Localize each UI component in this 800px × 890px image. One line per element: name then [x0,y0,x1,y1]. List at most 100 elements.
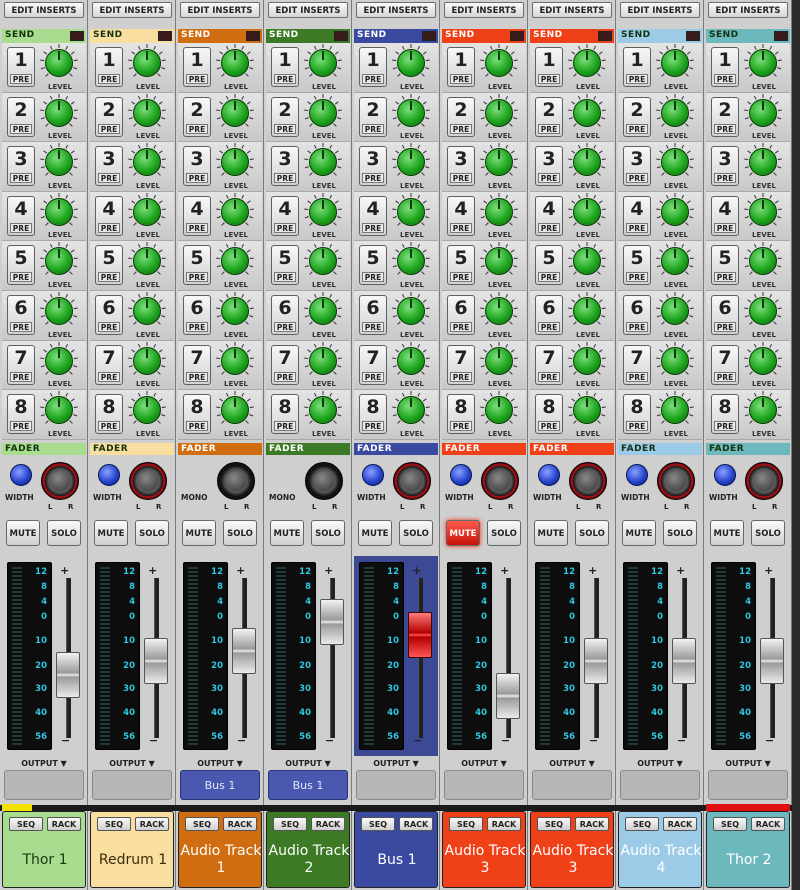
send-level-knob[interactable] [573,148,601,177]
pre-button[interactable]: PRE [10,272,32,283]
fader-handle[interactable] [144,638,168,685]
output-selector[interactable] [532,770,612,800]
edit-inserts-button[interactable]: EDIT INSERTS [92,2,172,18]
send-level-knob[interactable] [661,148,689,177]
send-enable-button[interactable]: 6 PRE [623,294,651,335]
pre-button[interactable]: PRE [10,371,32,382]
pre-button[interactable]: PRE [98,173,120,184]
send-enable-button[interactable]: 6 PRE [183,294,211,335]
channel-name[interactable]: Bus 1 [355,836,439,884]
channel-name[interactable]: Redrum 1 [91,836,175,884]
send-enable-button[interactable]: 5 PRE [535,245,563,286]
solo-button[interactable]: SOLO [223,520,257,546]
pre-button[interactable]: PRE [714,74,736,84]
send-level-knob[interactable] [221,346,249,375]
pre-button[interactable]: PRE [450,74,472,84]
fader-handle[interactable] [320,599,344,645]
send-enable-button[interactable]: 1 PRE [95,47,123,87]
send-level-knob[interactable] [573,346,601,375]
send-level-knob[interactable] [749,396,777,425]
rack-button[interactable]: RACK [399,817,433,831]
pan-knob[interactable] [217,462,255,500]
send-enable-button[interactable]: 4 PRE [95,195,123,236]
pre-button[interactable]: PRE [274,222,296,233]
send-enable-button[interactable]: 5 PRE [447,245,475,286]
pre-button[interactable]: PRE [362,421,384,432]
solo-button[interactable]: SOLO [575,520,609,546]
pre-button[interactable]: PRE [626,421,648,432]
rack-button[interactable]: RACK [751,817,785,831]
send-level-knob[interactable] [309,49,337,77]
solo-button[interactable]: SOLO [663,520,697,546]
send-enable-button[interactable]: 7 PRE [535,344,563,385]
send-level-knob[interactable] [221,296,249,325]
send-level-knob[interactable] [397,197,425,226]
send-level-knob[interactable] [485,396,513,425]
send-enable-button[interactable]: 4 PRE [711,195,739,236]
send-enable-button[interactable]: 3 PRE [711,146,739,187]
send-enable-button[interactable]: 7 PRE [359,344,387,385]
output-selector[interactable] [356,770,436,800]
pre-button[interactable]: PRE [10,222,32,233]
width-knob[interactable] [714,464,736,486]
width-knob[interactable] [362,464,384,486]
send-level-knob[interactable] [485,346,513,375]
pan-knob[interactable] [481,462,519,500]
edit-inserts-button[interactable]: EDIT INSERTS [444,2,524,18]
pre-button[interactable]: PRE [10,74,32,84]
pre-button[interactable]: PRE [362,74,384,84]
seq-button[interactable]: SEQ [273,817,307,831]
send-level-knob[interactable] [221,98,249,127]
pre-button[interactable]: PRE [714,222,736,233]
send-enable-button[interactable]: 6 PRE [535,294,563,335]
send-enable-button[interactable]: 2 PRE [623,96,651,137]
pre-button[interactable]: PRE [538,123,560,134]
solo-button[interactable]: SOLO [311,520,345,546]
send-enable-button[interactable]: 5 PRE [183,245,211,286]
send-level-knob[interactable] [397,396,425,425]
send-level-knob[interactable] [133,396,161,425]
send-enable-button[interactable]: 8 PRE [359,394,387,435]
send-level-knob[interactable] [309,346,337,375]
send-enable-button[interactable]: 6 PRE [95,294,123,335]
send-level-knob[interactable] [309,396,337,425]
send-enable-button[interactable]: 6 PRE [711,294,739,335]
send-enable-button[interactable]: 3 PRE [623,146,651,187]
pre-button[interactable]: PRE [450,222,472,233]
pre-button[interactable]: PRE [186,123,208,134]
solo-button[interactable]: SOLO [751,520,785,546]
pre-button[interactable]: PRE [10,321,32,332]
pre-button[interactable]: PRE [274,74,296,84]
mute-button[interactable]: MUTE [710,520,744,546]
pre-button[interactable]: PRE [98,321,120,332]
pre-button[interactable]: PRE [98,74,120,84]
send-enable-button[interactable]: 1 PRE [7,47,35,87]
output-selector[interactable] [4,770,84,800]
width-knob[interactable] [98,464,120,486]
pre-button[interactable]: PRE [186,222,208,233]
send-enable-button[interactable]: 5 PRE [623,245,651,286]
pre-button[interactable]: PRE [626,371,648,382]
send-level-knob[interactable] [397,346,425,375]
send-enable-button[interactable]: 2 PRE [535,96,563,137]
pre-button[interactable]: PRE [98,222,120,233]
mute-button[interactable]: MUTE [622,520,656,546]
rack-button[interactable]: RACK [663,817,697,831]
pre-button[interactable]: PRE [714,421,736,432]
send-enable-button[interactable]: 5 PRE [7,245,35,286]
send-level-knob[interactable] [309,197,337,226]
pre-button[interactable]: PRE [538,173,560,184]
send-enable-button[interactable]: 3 PRE [7,146,35,187]
pan-knob[interactable] [745,462,783,500]
output-selector[interactable]: Bus 1 [180,770,260,800]
send-enable-button[interactable]: 8 PRE [271,394,299,435]
fader-handle[interactable] [584,638,608,685]
send-enable-button[interactable]: 8 PRE [711,394,739,435]
send-level-knob[interactable] [749,346,777,375]
pre-button[interactable]: PRE [538,421,560,432]
send-enable-button[interactable]: 4 PRE [623,195,651,236]
send-level-knob[interactable] [45,346,73,375]
send-level-knob[interactable] [397,98,425,127]
pre-button[interactable]: PRE [538,74,560,84]
send-enable-button[interactable]: 7 PRE [7,344,35,385]
